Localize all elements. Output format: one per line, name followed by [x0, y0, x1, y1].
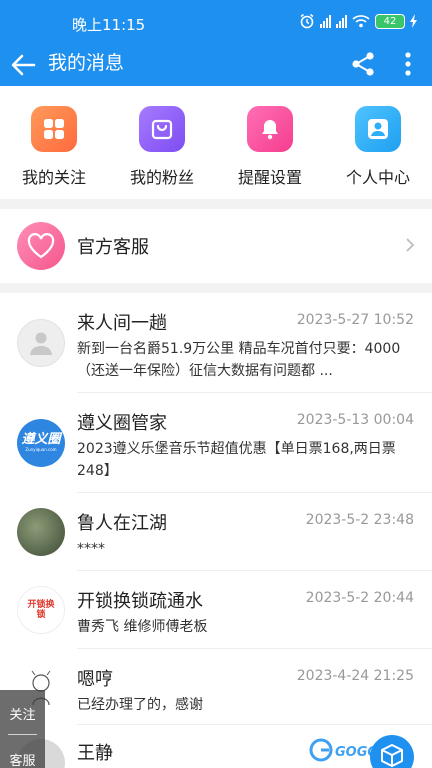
status-time: 晚上11:15 — [72, 16, 146, 34]
message-preview: 2023遵义乐堡音乐节超值优惠【单日票168,两日票248】 — [77, 441, 396, 479]
signal-1-icon — [320, 14, 331, 28]
action-my-fans[interactable]: 我的粉丝 — [108, 106, 216, 188]
signal-2-icon — [336, 14, 347, 28]
floating-side-tab: 关注 客服 — [0, 690, 45, 768]
message-list: 来人间一趟 2023-5-27 10:52 新到一台名爵51.9万公里 精品车况… — [0, 293, 432, 768]
grid-icon — [31, 106, 77, 152]
brand-avatar: 遵义圈 Zunyiquan.com — [17, 419, 65, 467]
heart-icon — [17, 222, 65, 270]
photo-avatar — [17, 508, 65, 556]
message-time: 2023-5-2 23:48 — [305, 512, 414, 528]
follow-button[interactable]: 关注 — [0, 704, 45, 723]
message-item[interactable]: 嗯哼 2023-4-24 21:25 已经办理了的，感谢 — [0, 649, 432, 725]
message-preview: 新到一台名爵51.9万公里 精品车况首付只要：4000（还送一年保险）征信大数据… — [77, 341, 401, 379]
message-time: 2023-4-24 21:25 — [296, 668, 414, 684]
official-service-name: 官方客服 — [77, 237, 149, 258]
message-item[interactable]: 来人间一趟 2023-5-27 10:52 新到一台名爵51.9万公里 精品车况… — [0, 293, 432, 393]
back-arrow-icon[interactable] — [8, 50, 38, 80]
sender-name: 嗯哼 — [77, 669, 113, 690]
person-icon — [355, 106, 401, 152]
screen: 晚上11:15 42 我的消息 我的关注 我的粉丝 提醒设置 个人中心 官方客服… — [0, 0, 432, 768]
message-time: 2023-5-2 20:44 — [305, 590, 414, 606]
message-preview: **** — [77, 541, 105, 557]
page-title: 我的消息 — [48, 52, 125, 74]
bell-icon — [247, 106, 293, 152]
divider — [8, 734, 37, 735]
avatar-badge-text: 开锁换锁 — [27, 600, 55, 620]
official-service-row[interactable]: 官方客服 — [0, 209, 432, 283]
action-my-follows[interactable]: 我的关注 — [0, 106, 108, 188]
action-label: 我的关注 — [21, 168, 86, 187]
action-label: 个人中心 — [345, 168, 410, 187]
share-icon[interactable] — [349, 50, 377, 78]
avatar-brand-subtext: Zunyiquan.com — [25, 447, 57, 452]
action-personal-center[interactable]: 个人中心 — [324, 106, 432, 188]
sender-name: 遵义圈管家 — [77, 413, 167, 434]
action-reminder-settings[interactable]: 提醒设置 — [216, 106, 324, 188]
sender-name: 来人间一趟 — [77, 313, 167, 334]
app-bar: 我的消息 — [0, 46, 432, 86]
status-bar: 晚上11:15 42 — [0, 0, 432, 46]
action-label: 提醒设置 — [237, 168, 302, 187]
message-time: 2023-5-27 10:52 — [296, 312, 414, 328]
status-icons: 42 — [299, 13, 418, 29]
default-avatar-icon — [17, 319, 65, 367]
bag-icon — [139, 106, 185, 152]
action-label: 我的粉丝 — [129, 168, 194, 187]
cube-logo-icon — [370, 735, 414, 768]
battery-icon: 42 — [375, 13, 405, 29]
sender-name: 王静 — [77, 743, 113, 764]
message-item[interactable]: 鲁人在江湖 2023-5-2 23:48 **** — [0, 493, 432, 571]
message-preview: 已经办理了的，感谢 — [77, 697, 203, 713]
service-button[interactable]: 客服 — [0, 750, 45, 768]
message-item[interactable]: 开锁换锁 开锁换锁疏通水 2023-5-2 20:44 曹秀飞 维修师傅老板 — [0, 571, 432, 649]
sender-name: 鲁人在江湖 — [77, 513, 167, 534]
wifi-icon — [352, 15, 370, 28]
alarm-icon — [300, 13, 314, 29]
sender-name: 开锁换锁疏通水 — [77, 591, 203, 612]
message-time: 2023-5-13 00:04 — [296, 412, 414, 428]
quick-actions: 我的关注 我的粉丝 提醒设置 个人中心 — [0, 86, 432, 199]
avatar-brand-text: 遵义圈 — [21, 432, 61, 447]
more-vertical-icon[interactable] — [398, 50, 418, 78]
charging-icon — [410, 14, 417, 28]
message-preview: 曹秀飞 维修师傅老板 — [77, 619, 208, 635]
message-item[interactable]: 遵义圈 Zunyiquan.com 遵义圈管家 2023-5-13 00:04 … — [0, 393, 432, 493]
locksmith-avatar: 开锁换锁 — [17, 586, 65, 634]
chevron-right-icon — [406, 238, 415, 252]
